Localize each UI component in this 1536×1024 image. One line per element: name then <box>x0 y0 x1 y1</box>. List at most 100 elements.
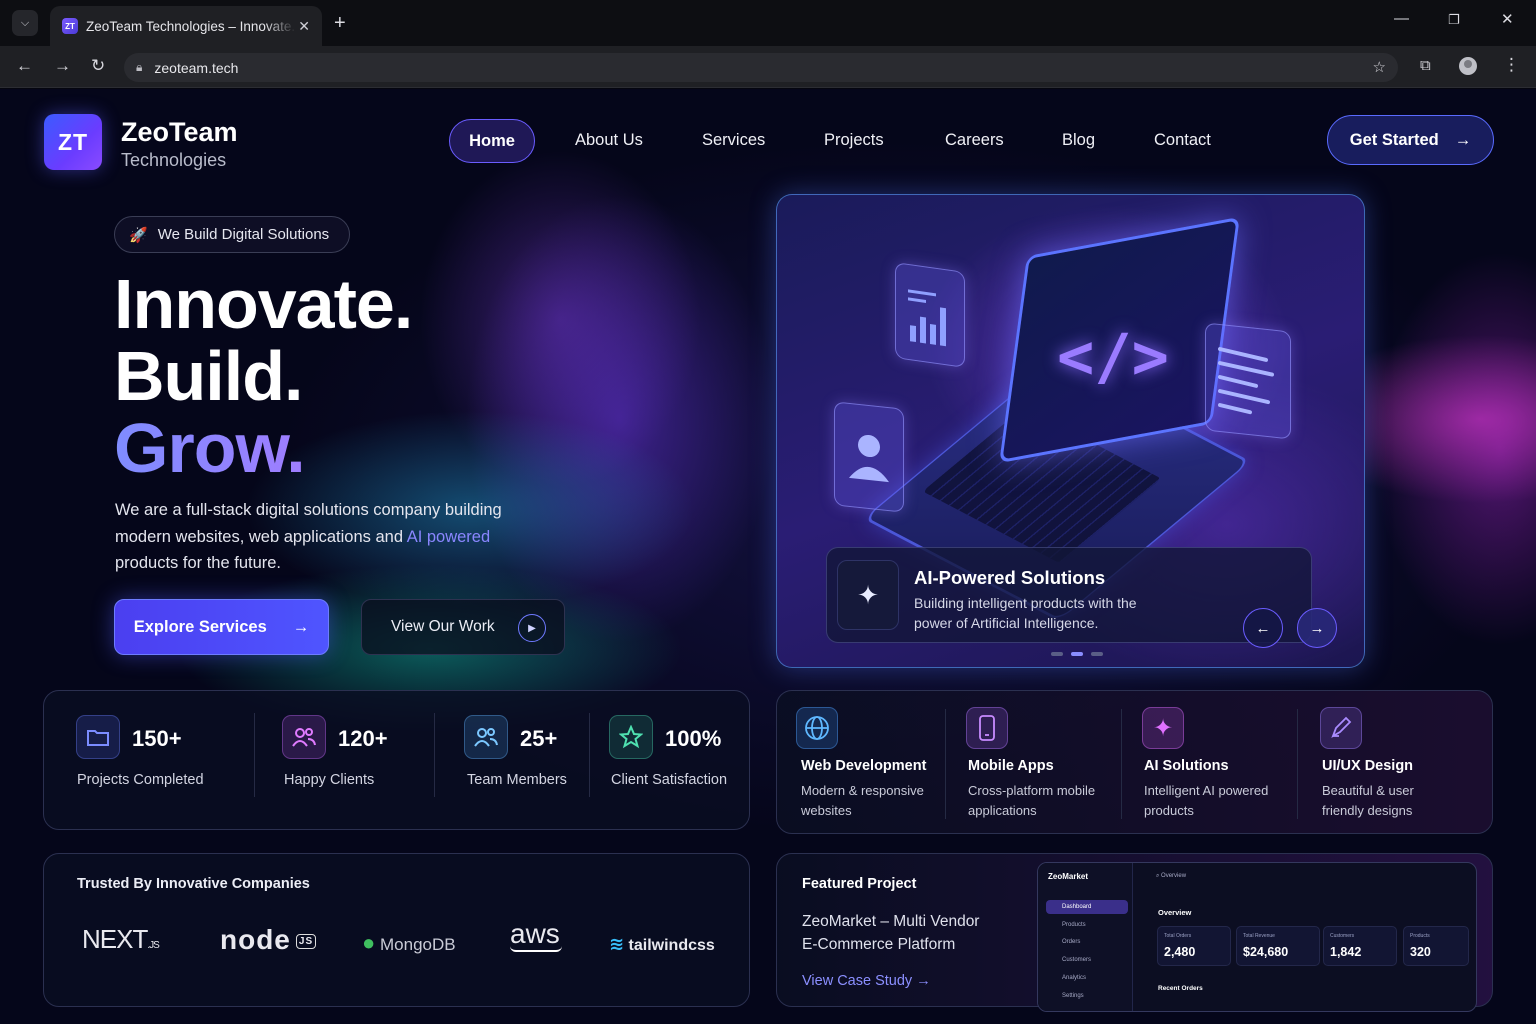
folder-icon <box>76 715 120 759</box>
nav-blog[interactable]: Blog <box>1062 131 1095 150</box>
dashboard-menu-item: Orders <box>1062 939 1081 945</box>
url-text: zeoteam.tech <box>154 59 239 76</box>
dashboard-menu-item: Settings <box>1062 993 1084 999</box>
stat-value: 150+ <box>132 726 182 751</box>
stat-label: Team Members <box>467 772 567 788</box>
kpi-label: Customers <box>1330 933 1355 939</box>
user-avatar-icon <box>849 434 889 483</box>
restore-icon[interactable]: ❐ <box>1448 12 1460 28</box>
kpi-card: Customers 1,842 <box>1323 926 1397 966</box>
arrow-right-icon: → <box>292 617 310 636</box>
explore-services-label: Explore Services <box>133 617 267 636</box>
hero-description-post: products for the future. <box>115 554 282 572</box>
star-icon <box>609 715 653 759</box>
lock-icon: 🔒︎ <box>136 60 143 74</box>
dashboard-overview-title: Overview <box>1158 908 1192 917</box>
featured-project-name: ZeoMarket – Multi Vendor E-Commerce Plat… <box>802 913 980 953</box>
nav-services[interactable]: Services <box>702 131 765 150</box>
nextjs-logo: NEXT.JS <box>82 924 160 954</box>
kpi-label: Total Orders <box>1164 933 1192 939</box>
slide-next-button[interactable]: → <box>1297 608 1337 648</box>
get-started-label: Get Started <box>1349 130 1439 149</box>
profile-avatar[interactable] <box>1459 57 1477 75</box>
divider <box>589 713 590 797</box>
service-title[interactable]: UI/UX Design <box>1322 758 1413 774</box>
service-description: Cross-platform mobile applications <box>968 783 1096 818</box>
dashboard-recent-orders: Recent Orders <box>1158 985 1203 992</box>
document-card-illustration <box>1205 322 1291 440</box>
explore-services-button[interactable]: Explore Services → <box>114 599 329 655</box>
team-icon <box>464 715 508 759</box>
reload-icon[interactable]: ↻ <box>91 56 105 76</box>
tab-close-icon[interactable]: ✕ <box>298 18 310 35</box>
arrow-right-icon: → <box>916 973 931 989</box>
slide-prev-button[interactable]: ← <box>1243 608 1283 648</box>
pen-icon <box>1320 707 1362 749</box>
mobile-icon <box>966 707 1008 749</box>
featured-panel: Featured Project ZeoMarket – Multi Vendo… <box>776 853 1493 1012</box>
nav-about[interactable]: About Us <box>575 131 643 150</box>
back-icon[interactable]: ← <box>16 56 33 76</box>
service-title[interactable]: Mobile Apps <box>968 758 1054 774</box>
feature-slide-description: Building intelligent products with the p… <box>914 595 1137 631</box>
sparkle-icon: ✦ <box>837 560 899 630</box>
text-lines-icon <box>1218 347 1274 415</box>
forward-icon[interactable]: → <box>54 56 71 76</box>
chart-card-illustration <box>895 262 965 368</box>
hero-card: </> ✦ AI-Powered Solutions Building inte… <box>776 194 1365 668</box>
tab-title: ZeoTeam Technologies – Innovate. Build. … <box>86 18 296 34</box>
dashboard-menu-item: Analytics <box>1062 975 1087 981</box>
service-title[interactable]: AI Solutions <box>1144 758 1229 774</box>
service-description: Beautiful & user friendly designs <box>1322 783 1414 818</box>
page: ZT ZeoTeam Technologies Home About Us Se… <box>0 89 1536 1024</box>
bookmark-star-icon[interactable]: ☆ <box>1373 58 1386 76</box>
view-our-work-label: View Our Work <box>391 618 495 635</box>
bar-chart-icon <box>908 289 946 347</box>
brand-logo[interactable]: ZT <box>44 114 102 170</box>
view-our-work-button[interactable]: View Our Work ▶ <box>361 599 565 655</box>
arrow-left-icon: ← <box>1255 619 1271 637</box>
slide-dot[interactable] <box>1051 652 1063 656</box>
get-started-button[interactable]: Get Started → <box>1327 115 1494 165</box>
dashboard-menu-item: Customers <box>1062 957 1092 963</box>
view-case-study-link[interactable]: View Case Study → <box>802 973 931 989</box>
slide-dot-active[interactable] <box>1071 652 1083 656</box>
brand-name: ZeoTeam <box>121 117 238 147</box>
service-description: Intelligent AI powered products <box>1144 783 1269 818</box>
close-window-icon[interactable]: ✕ <box>1501 10 1514 28</box>
browser-tab[interactable]: ZT ZeoTeam Technologies – Innovate. Buil… <box>50 6 322 46</box>
tab-search-icon[interactable]: ⌵ <box>12 10 38 36</box>
code-icon: </> <box>1057 320 1169 393</box>
dashboard-search: ⌕ Overview <box>1156 873 1187 879</box>
nav-careers[interactable]: Careers <box>945 131 1004 150</box>
minimize-icon[interactable]: — <box>1394 10 1409 27</box>
kpi-card: Total Revenue $24,680 <box>1236 926 1320 966</box>
nav-projects[interactable]: Projects <box>824 131 884 150</box>
nodejs-logo: node JS <box>220 924 317 956</box>
dashboard-search-text: Overview <box>1161 873 1187 879</box>
divider <box>254 713 255 797</box>
nav-contact[interactable]: Contact <box>1154 131 1211 150</box>
brand-subtitle: Technologies <box>121 150 227 170</box>
hero-description-highlight: AI powered <box>406 527 491 546</box>
divider <box>1121 709 1122 819</box>
kpi-value: $24,680 <box>1243 945 1289 959</box>
new-tab-icon[interactable]: + <box>334 12 346 35</box>
trusted-panel: Trusted By Innovative Companies NEXT.JS … <box>43 853 750 1007</box>
service-title[interactable]: Web Development <box>801 758 926 774</box>
kpi-value: 320 <box>1410 945 1431 959</box>
menu-kebab-icon[interactable]: ⋮ <box>1503 55 1520 75</box>
view-case-study-label: View Case Study <box>802 973 913 989</box>
extensions-icon[interactable]: ⧉ <box>1420 57 1431 74</box>
kpi-value: 1,842 <box>1330 945 1362 959</box>
tailwindcss-logo: ≋ tailwindcss <box>609 934 715 954</box>
nav-home[interactable]: Home <box>449 119 535 163</box>
kpi-card: Products 320 <box>1403 926 1469 966</box>
dashboard-preview: ZeoMarket Dashboard Products Orders Cust… <box>1037 862 1477 1012</box>
divider <box>945 709 946 819</box>
url-field[interactable]: 🔒︎ zeoteam.tech ☆ <box>124 53 1398 82</box>
stat-label: Projects Completed <box>77 772 204 788</box>
aws-logo: aws <box>510 918 562 952</box>
slide-dot[interactable] <box>1091 652 1103 656</box>
stat-label: Happy Clients <box>284 772 375 788</box>
